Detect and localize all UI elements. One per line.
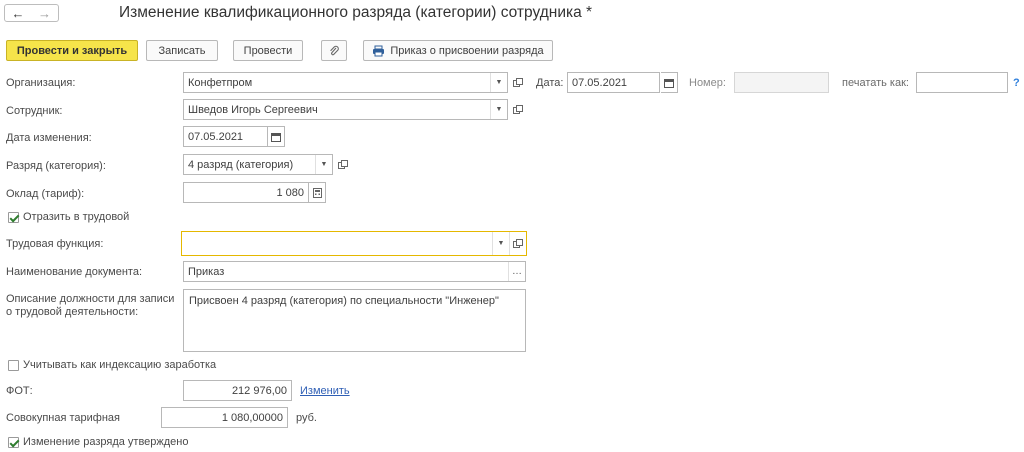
- calculator-icon[interactable]: [309, 182, 326, 203]
- number-label: Номер:: [689, 77, 726, 89]
- calendar-icon[interactable]: [661, 72, 678, 93]
- print-as-label: печатать как:: [842, 77, 909, 89]
- post-button[interactable]: Провести: [233, 40, 303, 61]
- fot-label: ФОТ:: [6, 385, 33, 397]
- employee-label: Сотрудник:: [6, 105, 63, 117]
- total-tariff-field[interactable]: 1 080,00000: [161, 407, 288, 428]
- grade-value: 4 разряд (категория): [188, 158, 294, 171]
- chevron-down-icon[interactable]: ▼: [490, 73, 507, 92]
- page-title: Изменение квалификационного разряда (кат…: [119, 4, 593, 21]
- chevron-down-icon[interactable]: ▼: [490, 100, 507, 119]
- forward-button[interactable]: →: [31, 4, 59, 22]
- indexation-checkbox[interactable]: [8, 360, 19, 371]
- indexation-label: Учитывать как индексацию заработка: [23, 359, 217, 371]
- doc-name-label: Наименование документа:: [6, 266, 143, 278]
- print-as-field[interactable]: [916, 72, 1008, 93]
- approved-checkbox[interactable]: [8, 437, 19, 448]
- date-label: Дата:: [536, 77, 564, 89]
- paperclip-icon: [328, 45, 340, 57]
- calendar-icon[interactable]: [268, 126, 285, 147]
- print-order-button[interactable]: Приказ о присвоении разряда: [363, 40, 553, 61]
- ellipsis-icon[interactable]: …: [508, 262, 525, 281]
- doc-name-value: Приказ: [188, 265, 225, 278]
- open-form-icon[interactable]: [509, 232, 526, 255]
- back-button[interactable]: ←: [4, 4, 32, 22]
- doc-name-field[interactable]: Приказ …: [183, 261, 526, 282]
- post-and-close-label: Провести и закрыть: [16, 44, 128, 57]
- reflect-labor-label: Отразить в трудовой: [23, 211, 130, 223]
- date-value: 07.05.2021: [572, 76, 628, 89]
- help-icon[interactable]: ?: [1013, 77, 1020, 89]
- total-tariff-value: 1 080,00000: [221, 411, 283, 424]
- number-field[interactable]: [734, 72, 829, 93]
- fot-value: 212 976,00: [231, 384, 287, 397]
- attach-button[interactable]: [321, 40, 347, 61]
- description-label-line1: Описание должности для записи: [6, 293, 175, 305]
- organization-label: Организация:: [6, 77, 76, 89]
- open-form-icon[interactable]: [510, 99, 526, 120]
- chevron-down-icon[interactable]: ▼: [492, 232, 509, 255]
- total-tariff-unit: руб.: [296, 412, 317, 424]
- post-label: Провести: [243, 44, 293, 57]
- arrow-right-icon: →: [38, 5, 51, 21]
- open-form-icon[interactable]: [510, 72, 526, 93]
- reflect-labor-checkbox[interactable]: [8, 212, 19, 223]
- salary-value: 1 080: [276, 186, 304, 199]
- save-button[interactable]: Записать: [146, 40, 218, 61]
- total-tariff-label: Совокупная тарифная: [6, 412, 120, 424]
- description-label-line2: о трудовой деятельности:: [6, 306, 139, 318]
- post-and-close-button[interactable]: Провести и закрыть: [6, 40, 138, 61]
- change-fot-link[interactable]: Изменить: [300, 385, 350, 397]
- labor-function-label: Трудовая функция:: [6, 238, 104, 250]
- labor-function-field[interactable]: ▼: [181, 231, 527, 256]
- open-form-icon[interactable]: [335, 154, 351, 175]
- change-date-field[interactable]: 07.05.2021: [183, 126, 268, 147]
- grade-field[interactable]: 4 разряд (категория) ▼: [183, 154, 333, 175]
- change-date-label: Дата изменения:: [6, 132, 92, 144]
- date-field[interactable]: 07.05.2021: [567, 72, 660, 93]
- save-label: Записать: [158, 44, 206, 57]
- grade-label: Разряд (категория):: [6, 160, 106, 172]
- chevron-down-icon[interactable]: ▼: [315, 155, 332, 174]
- salary-field[interactable]: 1 080: [183, 182, 309, 203]
- description-textarea[interactable]: Присвоен 4 разряд (категория) по специал…: [183, 289, 526, 352]
- fot-field[interactable]: 212 976,00: [183, 380, 292, 401]
- printer-icon: [372, 45, 385, 57]
- print-order-label: Приказ о присвоении разряда: [390, 44, 544, 57]
- approved-label: Изменение разряда утверждено: [23, 436, 189, 448]
- arrow-left-icon: ←: [11, 5, 25, 21]
- change-date-value: 07.05.2021: [188, 130, 244, 143]
- organization-field[interactable]: Конфетпром ▼: [183, 72, 508, 93]
- employee-field[interactable]: Шведов Игорь Сергеевич ▼: [183, 99, 508, 120]
- organization-value: Конфетпром: [188, 76, 253, 89]
- employee-value: Шведов Игорь Сергеевич: [188, 103, 318, 116]
- salary-label: Оклад (тариф):: [6, 188, 85, 200]
